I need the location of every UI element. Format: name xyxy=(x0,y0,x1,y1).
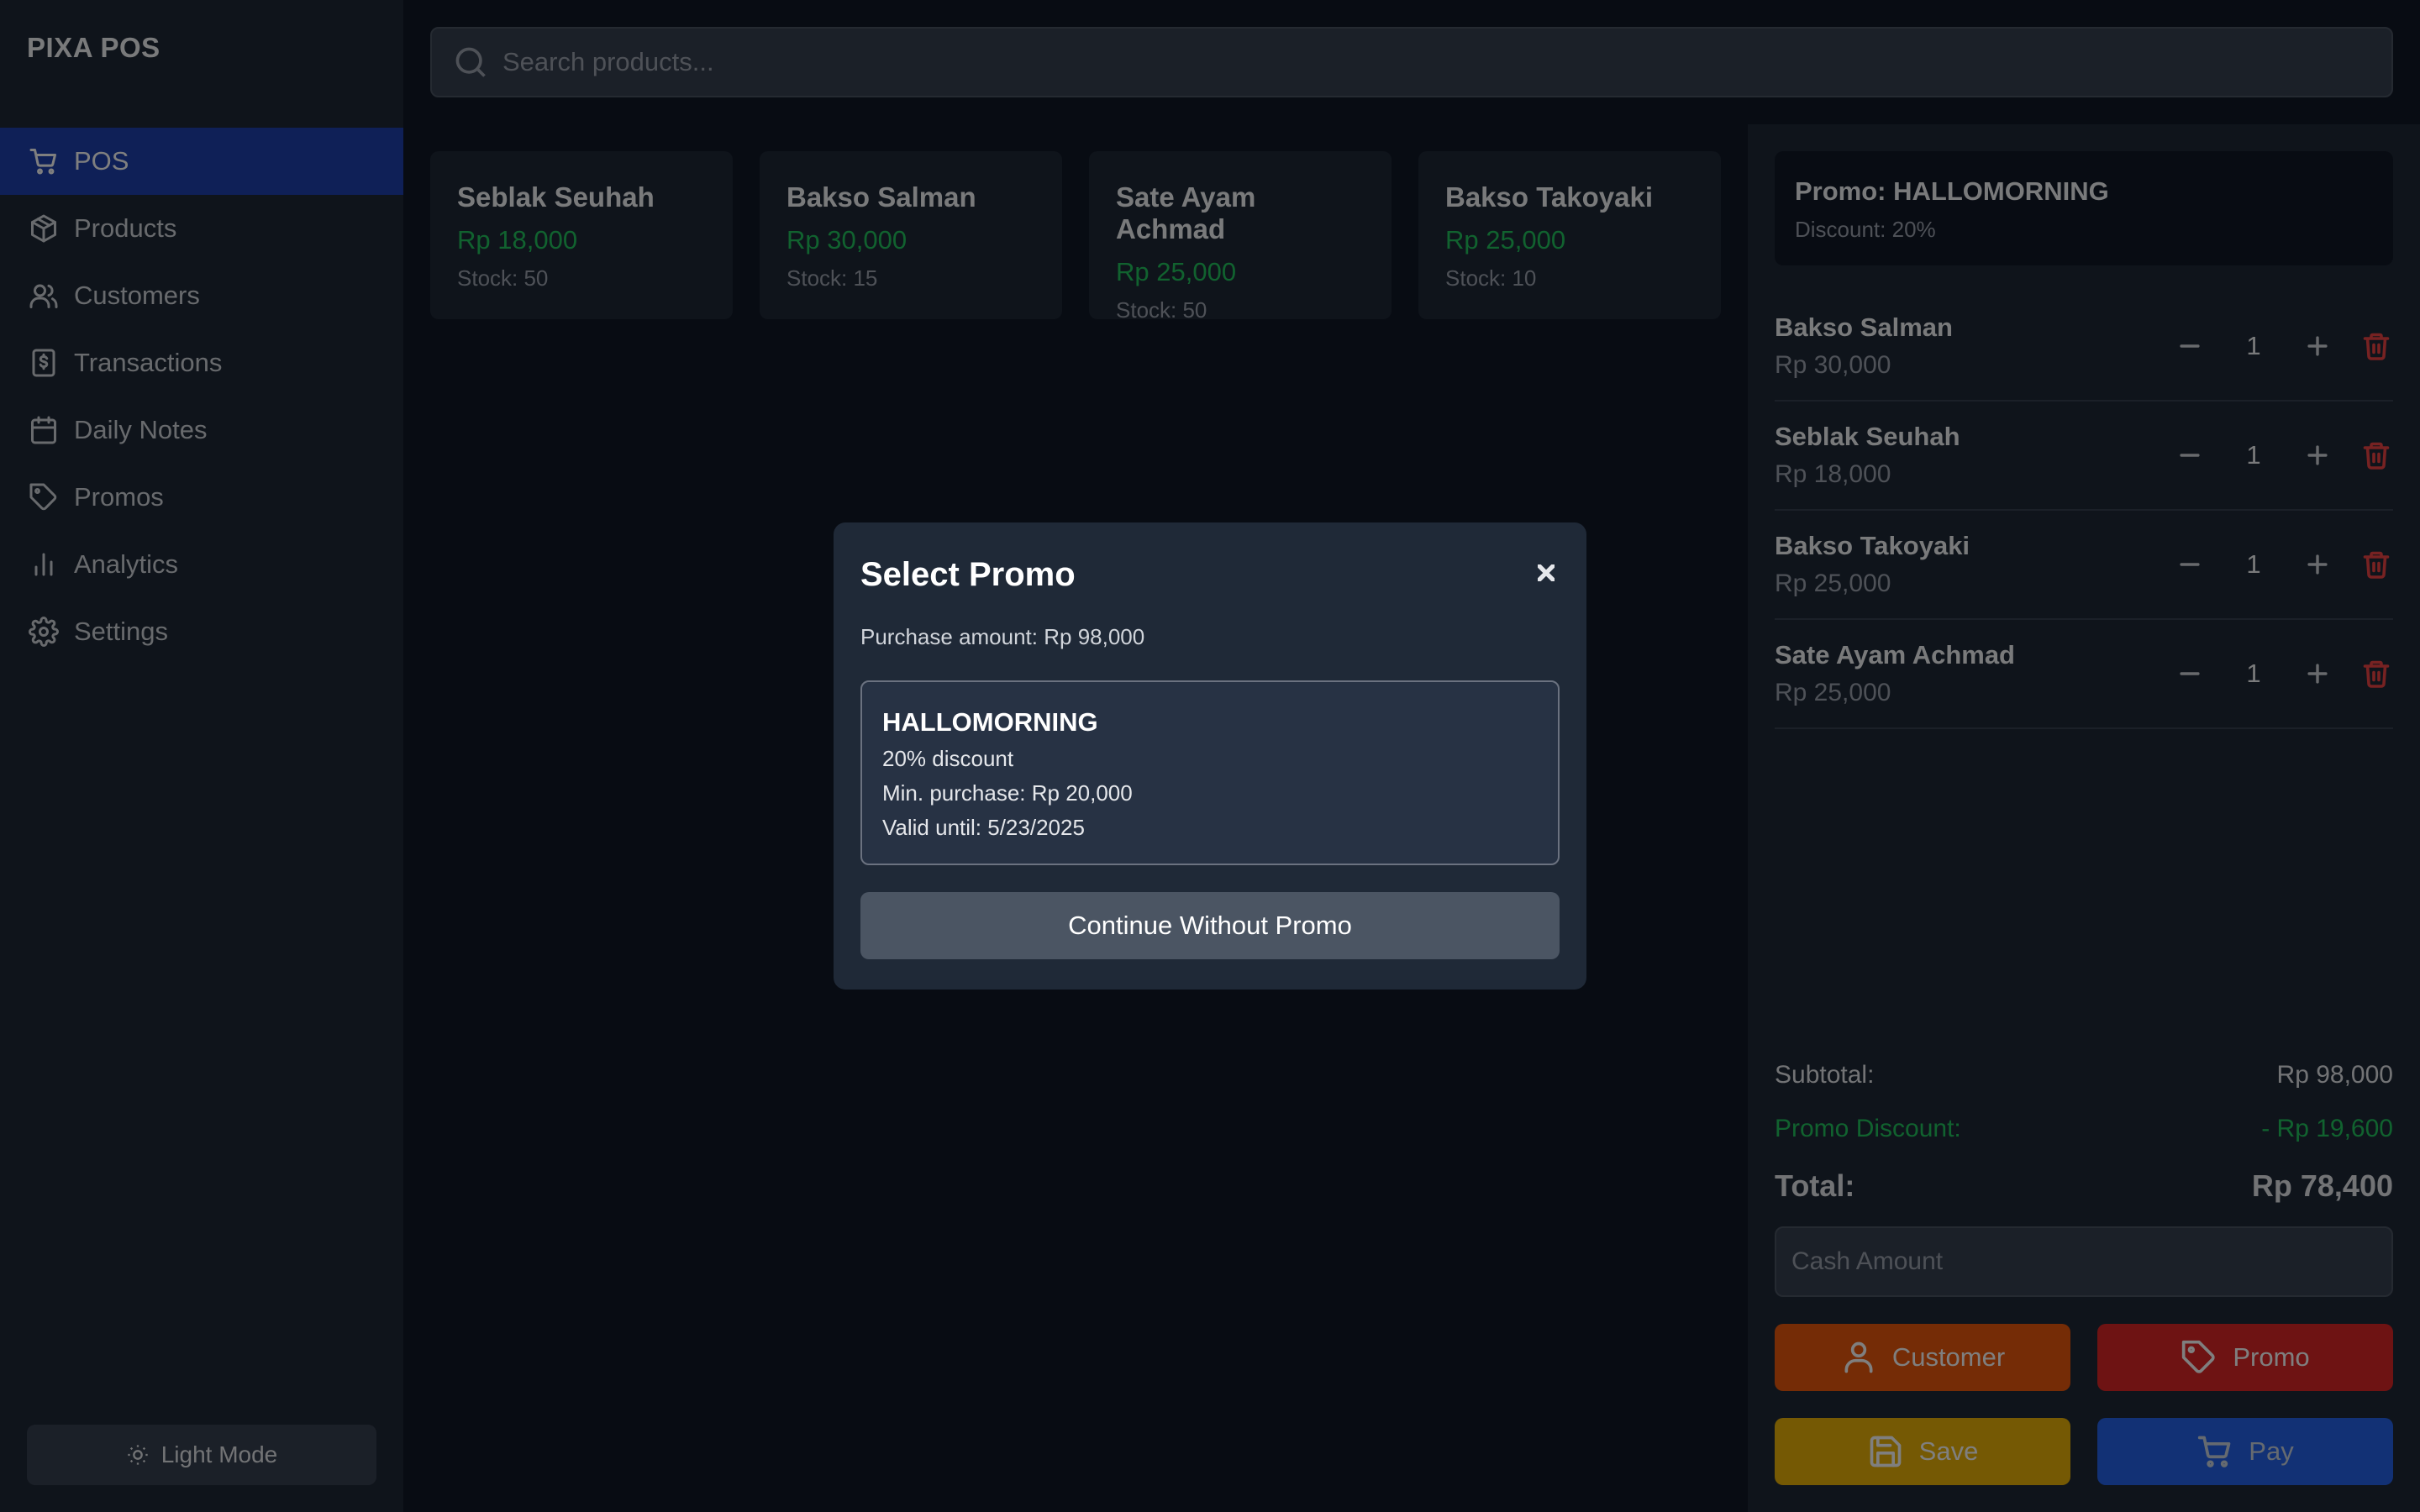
purchase-amount: Purchase amount: Rp 98,000 xyxy=(860,624,1145,649)
promo-valid-until: Valid until: 5/23/2025 xyxy=(882,815,1085,840)
promo-option-hallomorning[interactable]: HALLOMORNING 20% discount Min. purchase:… xyxy=(860,680,1560,865)
promo-min-purchase: Min. purchase: Rp 20,000 xyxy=(882,780,1133,806)
pos-app: PIXA POS POS Products Customers xyxy=(0,0,2420,1512)
close-icon[interactable] xyxy=(1529,556,1563,590)
select-promo-modal: Select Promo Purchase amount: Rp 98,000 … xyxy=(834,522,1586,990)
continue-without-promo-button[interactable]: Continue Without Promo xyxy=(860,892,1560,959)
modal-title: Select Promo xyxy=(860,556,1076,593)
promo-discount: 20% discount xyxy=(882,746,1014,771)
promo-code: HALLOMORNING xyxy=(882,707,1098,737)
